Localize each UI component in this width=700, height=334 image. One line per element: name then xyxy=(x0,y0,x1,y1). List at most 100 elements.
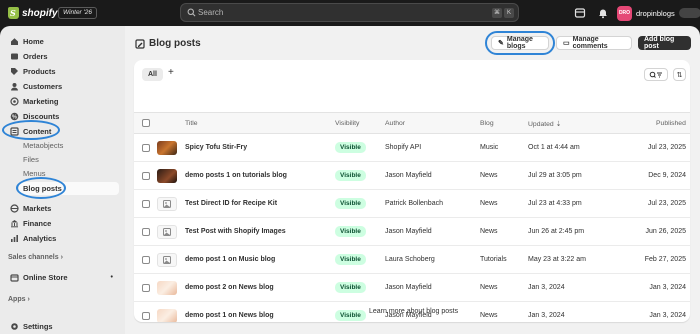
select-all-checkbox[interactable] xyxy=(142,119,150,127)
tag-icon xyxy=(10,67,19,76)
sidebar-item-orders[interactable]: Orders xyxy=(6,49,119,63)
main-content: Blog posts ✎ Manage blogs ▭ Manage comme… xyxy=(125,26,700,334)
store-icon[interactable] xyxy=(574,7,586,19)
sort-button[interactable]: ⇅ xyxy=(673,68,686,81)
column-title[interactable]: Title xyxy=(185,120,198,127)
tab-all[interactable]: All xyxy=(142,68,163,81)
post-published: Feb 27, 2025 xyxy=(644,256,686,263)
table-row[interactable]: demo posts 1 on tutorials blog Visible J… xyxy=(134,162,690,190)
sidebar-item-online-store[interactable]: Online Store • xyxy=(6,270,119,284)
post-author: Patrick Bollenbach xyxy=(385,200,443,207)
post-published: Jun 26, 2025 xyxy=(645,228,686,235)
search-placeholder: Search xyxy=(198,8,224,17)
post-author: Jason Mayfield xyxy=(385,228,432,235)
shopify-logo[interactable]: shopify xyxy=(8,6,58,20)
post-published: Jul 23, 2025 xyxy=(647,144,686,151)
sidebar-item-home[interactable]: Home xyxy=(6,34,119,48)
chevron-right-icon: › xyxy=(27,296,30,303)
sidebar-item-finance[interactable]: Finance xyxy=(6,216,119,230)
table-row[interactable]: Spicy Tofu Stir-Fry Visible Shopify API … xyxy=(134,134,690,162)
bank-icon xyxy=(10,219,19,228)
row-checkbox[interactable] xyxy=(142,200,150,208)
sidebar-item-label: Analytics xyxy=(23,233,57,243)
post-title[interactable]: demo post 2 on News blog xyxy=(185,284,274,291)
post-title[interactable]: Test Post with Shopify Images xyxy=(185,228,286,235)
post-published: Jul 23, 2025 xyxy=(647,200,686,207)
post-blog: Tutorials xyxy=(480,256,507,263)
sidebar-item-customers[interactable]: Customers xyxy=(6,79,119,93)
table-row[interactable]: demo post 2 on News blog Visible Jason M… xyxy=(134,274,690,302)
chevron-right-icon: › xyxy=(60,254,63,261)
discount-icon: % xyxy=(10,112,19,121)
search-icon xyxy=(187,8,196,17)
column-updated[interactable]: Updated ⇣ xyxy=(528,120,561,128)
row-checkbox[interactable] xyxy=(142,172,150,180)
visibility-badge: Visible xyxy=(335,142,366,153)
highlight-ring-content xyxy=(2,120,60,140)
sidebar-item-settings[interactable]: Settings xyxy=(6,319,119,333)
bell-icon[interactable] xyxy=(597,7,609,19)
top-bar: shopify Winter '26 Search ⌘ K DRO dropin… xyxy=(0,0,700,26)
table-row[interactable]: demo post 1 on Music blog Visible Laura … xyxy=(134,246,690,274)
table-row[interactable]: Test Direct ID for Recipe Kit Visible Pa… xyxy=(134,190,690,218)
sidebar-item-label: Markets xyxy=(23,203,52,213)
add-blog-post-button[interactable]: Add blog post xyxy=(638,36,691,50)
column-blog[interactable]: Blog xyxy=(480,120,494,127)
sidebar-item-marketing[interactable]: Marketing xyxy=(6,94,119,108)
sidebar-sub-files[interactable]: Files xyxy=(19,153,39,166)
storefront-icon xyxy=(10,273,19,282)
row-checkbox[interactable] xyxy=(142,284,150,292)
post-title[interactable]: demo post 1 on Music blog xyxy=(185,256,275,263)
post-thumbnail xyxy=(157,309,177,322)
column-published[interactable]: Published xyxy=(656,120,686,127)
store-switcher[interactable]: DRO dropinblogs xyxy=(617,4,700,22)
row-checkbox[interactable] xyxy=(142,228,150,236)
post-author: Jason Mayfield xyxy=(385,172,432,179)
orders-icon xyxy=(10,52,19,61)
more-icon[interactable]: • xyxy=(111,274,113,281)
sidebar-sub-metaobjects[interactable]: Metaobjects xyxy=(19,139,63,152)
post-blog: News xyxy=(480,228,498,235)
post-thumbnail xyxy=(157,281,177,295)
search-filter-button[interactable] xyxy=(644,68,668,81)
sidebar-item-products[interactable]: Products xyxy=(6,64,119,78)
sidebar: Home Orders Products Customers Marketing… xyxy=(0,26,125,334)
sidebar-item-label: Finance xyxy=(23,218,52,228)
post-title[interactable]: demo posts 1 on tutorials blog xyxy=(185,172,287,179)
person-icon xyxy=(10,82,19,91)
brand-name: shopify xyxy=(22,7,58,19)
row-checkbox[interactable] xyxy=(142,144,150,152)
blog-posts-table-card: All + ⇅ Title Visibility Author Blog Upd… xyxy=(134,60,690,322)
sales-channels-heading[interactable]: Sales channels › xyxy=(8,254,63,261)
user-avatar xyxy=(678,8,700,18)
post-published: Jan 3, 2024 xyxy=(649,312,686,319)
add-view-button[interactable]: + xyxy=(168,67,174,78)
sidebar-item-label: Orders xyxy=(23,51,48,61)
gear-icon xyxy=(10,322,19,331)
comment-icon: ▭ xyxy=(563,40,570,47)
post-author: Laura Schoberg xyxy=(385,256,435,263)
post-thumbnail xyxy=(157,141,177,155)
post-updated: Jan 3, 2024 xyxy=(528,312,565,319)
learn-more-link[interactable]: Learn more about blog posts xyxy=(369,308,458,315)
post-title[interactable]: Spicy Tofu Stir-Fry xyxy=(185,144,247,151)
image-placeholder-icon xyxy=(157,225,177,239)
post-title[interactable]: Test Direct ID for Recipe Kit xyxy=(185,200,277,207)
search-bar[interactable]: Search ⌘ K xyxy=(180,3,519,22)
column-author[interactable]: Author xyxy=(385,120,405,127)
post-updated: Jul 23 at 4:33 pm xyxy=(528,200,582,207)
sidebar-item-markets[interactable]: Markets xyxy=(6,201,119,215)
apps-heading[interactable]: Apps › xyxy=(8,296,30,303)
row-checkbox[interactable] xyxy=(142,312,150,320)
image-placeholder-icon xyxy=(157,197,177,211)
version-badge: Winter '26 xyxy=(58,7,97,19)
post-title[interactable]: demo post 1 on News blog xyxy=(185,312,274,319)
row-checkbox[interactable] xyxy=(142,256,150,264)
manage-comments-button[interactable]: ▭ Manage comments xyxy=(556,36,632,50)
table-row[interactable]: Test Post with Shopify Images Visible Ja… xyxy=(134,218,690,246)
shopify-bag-icon xyxy=(8,7,19,19)
column-visibility[interactable]: Visibility xyxy=(335,120,359,127)
store-name: dropinblogs xyxy=(636,8,675,18)
sidebar-item-analytics[interactable]: Analytics xyxy=(6,231,119,245)
sidebar-item-label: Settings xyxy=(23,321,53,331)
